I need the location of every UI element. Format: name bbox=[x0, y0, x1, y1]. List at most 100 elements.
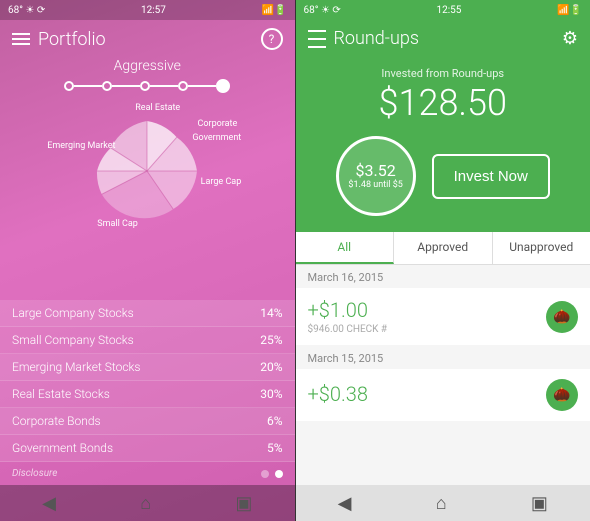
tab-approved[interactable]: Approved bbox=[394, 232, 493, 264]
label-emerging-market: Emerging Market bbox=[47, 141, 115, 151]
settings-gear-icon[interactable]: ⚙ bbox=[562, 28, 578, 49]
page-dots bbox=[261, 470, 283, 478]
acorn-icon-0: 🌰 bbox=[546, 301, 578, 333]
right-header-left: Round-ups bbox=[308, 28, 419, 49]
stock-name-real-estate: Real Estate Stocks bbox=[12, 387, 110, 401]
date-header-march15: March 15, 2015 bbox=[296, 346, 590, 369]
left-home-button[interactable]: ⌂ bbox=[140, 493, 151, 514]
date-header-march16: March 16, 2015 bbox=[296, 265, 590, 288]
page-dot-1[interactable] bbox=[261, 470, 269, 478]
green-hero-section: Invested from Round-ups $128.50 $3.52 $1… bbox=[296, 57, 590, 232]
stock-name-emerging: Emerging Market Stocks bbox=[12, 360, 141, 374]
transaction-detail-0: $946.00 CHECK # bbox=[308, 324, 388, 335]
timeline-dot-1[interactable] bbox=[64, 81, 74, 91]
tab-unapproved[interactable]: Unapproved bbox=[493, 232, 590, 264]
timeline-dot-3[interactable] bbox=[140, 81, 150, 91]
timeline-dot-2[interactable] bbox=[102, 81, 112, 91]
right-hamburger-line-2 bbox=[308, 38, 326, 40]
left-status-time: 12:57 bbox=[141, 5, 166, 16]
left-header-left: Portfolio bbox=[12, 29, 106, 50]
left-panel: 68° ☀ ⟳ 12:57 📶🔋 Portfolio ? Aggressive bbox=[0, 0, 295, 521]
hamburger-line-1 bbox=[12, 33, 30, 35]
right-panel: 68° ☀ ⟳ 12:55 📶🔋 Round-ups ⚙ Invested fr… bbox=[296, 0, 590, 521]
left-status-left: 68° ☀ ⟳ bbox=[8, 5, 45, 16]
disclosure-link[interactable]: Disclosure bbox=[12, 468, 57, 479]
left-header: Portfolio ? bbox=[0, 20, 295, 58]
left-footer: Disclosure bbox=[0, 462, 295, 485]
stock-name-corporate: Corporate Bonds bbox=[12, 414, 101, 428]
timeline-line-2 bbox=[112, 85, 140, 87]
transaction-amount-1: +$0.38 bbox=[308, 382, 368, 406]
stock-item-corporate-bonds[interactable]: Corporate Bonds 6% bbox=[0, 408, 295, 435]
circle-amount: $3.52 bbox=[356, 161, 396, 180]
transaction-item-1[interactable]: +$0.38 🌰 bbox=[296, 369, 590, 421]
right-status-bar: 68° ☀ ⟳ 12:55 📶🔋 bbox=[296, 0, 590, 20]
left-nav-bar: ◀ ⌂ ▣ bbox=[0, 485, 295, 521]
right-home-button[interactable]: ⌂ bbox=[436, 493, 447, 514]
timeline-dot-5-active[interactable] bbox=[216, 79, 230, 93]
transaction-amount-0: +$1.00 bbox=[308, 298, 388, 322]
stock-name-government: Government Bonds bbox=[12, 441, 113, 455]
pie-chart-container: Real Estate Corporate Government Large C… bbox=[67, 101, 227, 231]
invest-now-button[interactable]: Invest Now bbox=[432, 154, 550, 199]
timeline-line-4 bbox=[188, 85, 216, 87]
left-back-button[interactable]: ◀ bbox=[42, 493, 56, 514]
label-real-estate: Real Estate bbox=[135, 103, 180, 113]
right-header: Round-ups ⚙ bbox=[296, 20, 590, 57]
hamburger-menu-button[interactable] bbox=[12, 33, 30, 45]
right-status-right: 📶🔋 bbox=[557, 5, 582, 16]
tabs-row: All Approved Unapproved bbox=[296, 232, 590, 265]
stock-item-government-bonds[interactable]: Government Bonds 5% bbox=[0, 435, 295, 462]
right-nav-bar: ◀ ⌂ ▣ bbox=[296, 485, 590, 521]
label-government: Government bbox=[192, 133, 241, 143]
timeline-line-1 bbox=[74, 85, 102, 87]
hamburger-line-2 bbox=[12, 38, 30, 40]
stock-list: Large Company Stocks 14% Small Company S… bbox=[0, 300, 295, 462]
help-button[interactable]: ? bbox=[261, 28, 283, 50]
right-hamburger-line-1 bbox=[308, 30, 326, 32]
stock-name-large: Large Company Stocks bbox=[12, 306, 134, 320]
stock-pct-emerging: 20% bbox=[260, 360, 282, 374]
stock-name-small: Small Company Stocks bbox=[12, 333, 134, 347]
hamburger-line-3 bbox=[12, 43, 30, 45]
roundups-title: Round-ups bbox=[334, 28, 419, 49]
round-up-row: $3.52 $1.48 until $5 Invest Now bbox=[336, 136, 550, 216]
timeline-dot-4[interactable] bbox=[178, 81, 188, 91]
left-recent-button[interactable]: ▣ bbox=[235, 493, 252, 514]
invested-label: Invested from Round-ups bbox=[381, 67, 504, 80]
left-status-bar: 68° ☀ ⟳ 12:57 📶🔋 bbox=[0, 0, 295, 20]
stock-pct-corporate: 6% bbox=[267, 414, 283, 428]
page-dot-2-active[interactable] bbox=[275, 470, 283, 478]
stock-pct-large: 14% bbox=[260, 306, 282, 320]
label-small-cap: Small Cap bbox=[97, 219, 138, 229]
tab-all[interactable]: All bbox=[296, 232, 395, 264]
chart-title: Aggressive bbox=[114, 58, 181, 74]
stock-item-small-company[interactable]: Small Company Stocks 25% bbox=[0, 327, 295, 354]
label-corporate: Corporate bbox=[198, 119, 238, 129]
circle-sub-text: $1.48 until $5 bbox=[348, 180, 402, 192]
stock-pct-government: 5% bbox=[267, 441, 283, 455]
transaction-item-0[interactable]: +$1.00 $946.00 CHECK # 🌰 bbox=[296, 288, 590, 345]
stock-item-real-estate[interactable]: Real Estate Stocks 30% bbox=[0, 381, 295, 408]
right-status-left: 68° ☀ ⟳ bbox=[304, 5, 341, 16]
chart-area: Aggressive bbox=[0, 58, 295, 300]
transaction-left-0: +$1.00 $946.00 CHECK # bbox=[308, 298, 388, 335]
left-status-right: 📶🔋 bbox=[262, 5, 287, 16]
transaction-list: March 16, 2015 +$1.00 $946.00 CHECK # 🌰 … bbox=[296, 265, 590, 485]
right-back-button[interactable]: ◀ bbox=[338, 493, 352, 514]
stock-item-large-company[interactable]: Large Company Stocks 14% bbox=[0, 300, 295, 327]
portfolio-title: Portfolio bbox=[38, 29, 106, 50]
acorn-icon-1: 🌰 bbox=[546, 379, 578, 411]
timeline bbox=[64, 79, 230, 93]
timeline-line-3 bbox=[150, 85, 178, 87]
right-hamburger-button[interactable] bbox=[308, 30, 326, 48]
stock-pct-real-estate: 30% bbox=[260, 387, 282, 401]
round-up-circle: $3.52 $1.48 until $5 bbox=[336, 136, 416, 216]
label-large-cap: Large Cap bbox=[201, 177, 242, 187]
stock-item-emerging[interactable]: Emerging Market Stocks 20% bbox=[0, 354, 295, 381]
stock-pct-small: 25% bbox=[260, 333, 282, 347]
invested-amount: $128.50 bbox=[379, 82, 507, 124]
right-status-time: 12:55 bbox=[436, 5, 461, 16]
right-hamburger-line-3 bbox=[308, 46, 326, 48]
right-recent-button[interactable]: ▣ bbox=[531, 493, 548, 514]
